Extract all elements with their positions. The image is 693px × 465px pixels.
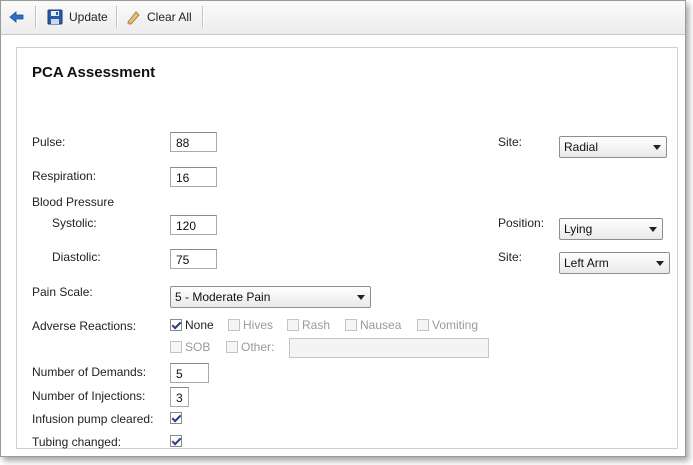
clear-all-label: Clear All: [147, 10, 192, 24]
demands-input[interactable]: 5: [170, 363, 209, 383]
pulse-input[interactable]: 88: [170, 132, 217, 152]
respiration-label: Respiration:: [32, 169, 97, 183]
none-label: None: [185, 318, 214, 332]
respiration-input[interactable]: 16: [170, 167, 217, 187]
toolbar-separator: [116, 6, 118, 28]
tubing-changed-checkbox[interactable]: [170, 435, 182, 447]
diastolic-label: Diastolic:: [52, 250, 101, 264]
adverse-reactions-label: Adverse Reactions:: [32, 319, 137, 333]
chevron-down-icon: [649, 227, 657, 232]
rash-label: Rash: [302, 318, 331, 332]
pain-scale-select[interactable]: 5 - Moderate Pain: [170, 286, 371, 308]
systolic-label: Systolic:: [52, 216, 97, 230]
vomiting-label: Vomiting: [432, 318, 479, 332]
chevron-down-icon: [653, 145, 661, 150]
pulse-site-value: Radial: [564, 140, 599, 154]
pump-cleared-label: Infusion pump cleared:: [32, 412, 154, 426]
position-label: Position:: [498, 216, 545, 230]
update-label: Update: [69, 10, 108, 24]
demands-label: Number of Demands:: [32, 365, 147, 379]
toolbar-separator: [202, 6, 204, 28]
toolbar: Update Clear All: [1, 1, 685, 35]
sob-label: SOB: [185, 340, 211, 354]
eraser-icon: [127, 11, 140, 25]
systolic-input[interactable]: 120: [170, 215, 217, 235]
other-reaction-input[interactable]: [289, 338, 489, 358]
diastolic-input[interactable]: 75: [170, 249, 217, 269]
position-select[interactable]: Lying: [559, 218, 663, 240]
hives-label: Hives: [243, 318, 274, 332]
bp-site-value: Left Arm: [564, 256, 609, 270]
pump-cleared-checkbox[interactable]: [170, 412, 182, 424]
clear-all-button[interactable]: Clear All: [125, 6, 192, 28]
chevron-down-icon: [656, 261, 664, 266]
position-value: Lying: [564, 222, 593, 236]
bp-site-select[interactable]: Left Arm: [559, 252, 670, 274]
bp-site-label: Site:: [498, 250, 523, 264]
rash-checkbox[interactable]: [287, 319, 299, 331]
back-arrow-icon: [9, 11, 24, 23]
pulse-site-label: Site:: [498, 135, 523, 149]
pain-scale-label: Pain Scale:: [32, 285, 93, 299]
other-checkbox[interactable]: [226, 341, 238, 353]
pulse-label: Pulse:: [32, 135, 66, 149]
page-title: PCA Assessment: [32, 64, 156, 81]
vomiting-checkbox[interactable]: [417, 319, 429, 331]
none-checkbox[interactable]: [170, 319, 182, 331]
window: Update Clear All PCA Assessment Pulse: 8…: [0, 0, 686, 457]
blood-pressure-label: Blood Pressure: [32, 195, 115, 209]
sob-checkbox[interactable]: [170, 341, 182, 353]
toolbar-separator: [35, 6, 37, 28]
assessment-panel: PCA Assessment Pulse: 88 Site: Radial Re…: [16, 47, 678, 449]
update-button[interactable]: Update: [47, 6, 108, 28]
injections-input[interactable]: 3: [170, 387, 189, 407]
nausea-checkbox[interactable]: [345, 319, 357, 331]
nausea-label: Nausea: [360, 318, 402, 332]
back-button[interactable]: [9, 6, 27, 28]
save-icon: [47, 9, 63, 25]
injections-label: Number of Injections:: [32, 389, 146, 403]
pain-scale-value: 5 - Moderate Pain: [175, 290, 271, 304]
tubing-changed-label: Tubing changed:: [32, 435, 121, 449]
chevron-down-icon: [357, 295, 365, 300]
other-label: Other:: [241, 340, 275, 354]
pulse-site-select[interactable]: Radial: [559, 136, 667, 158]
hives-checkbox[interactable]: [228, 319, 240, 331]
